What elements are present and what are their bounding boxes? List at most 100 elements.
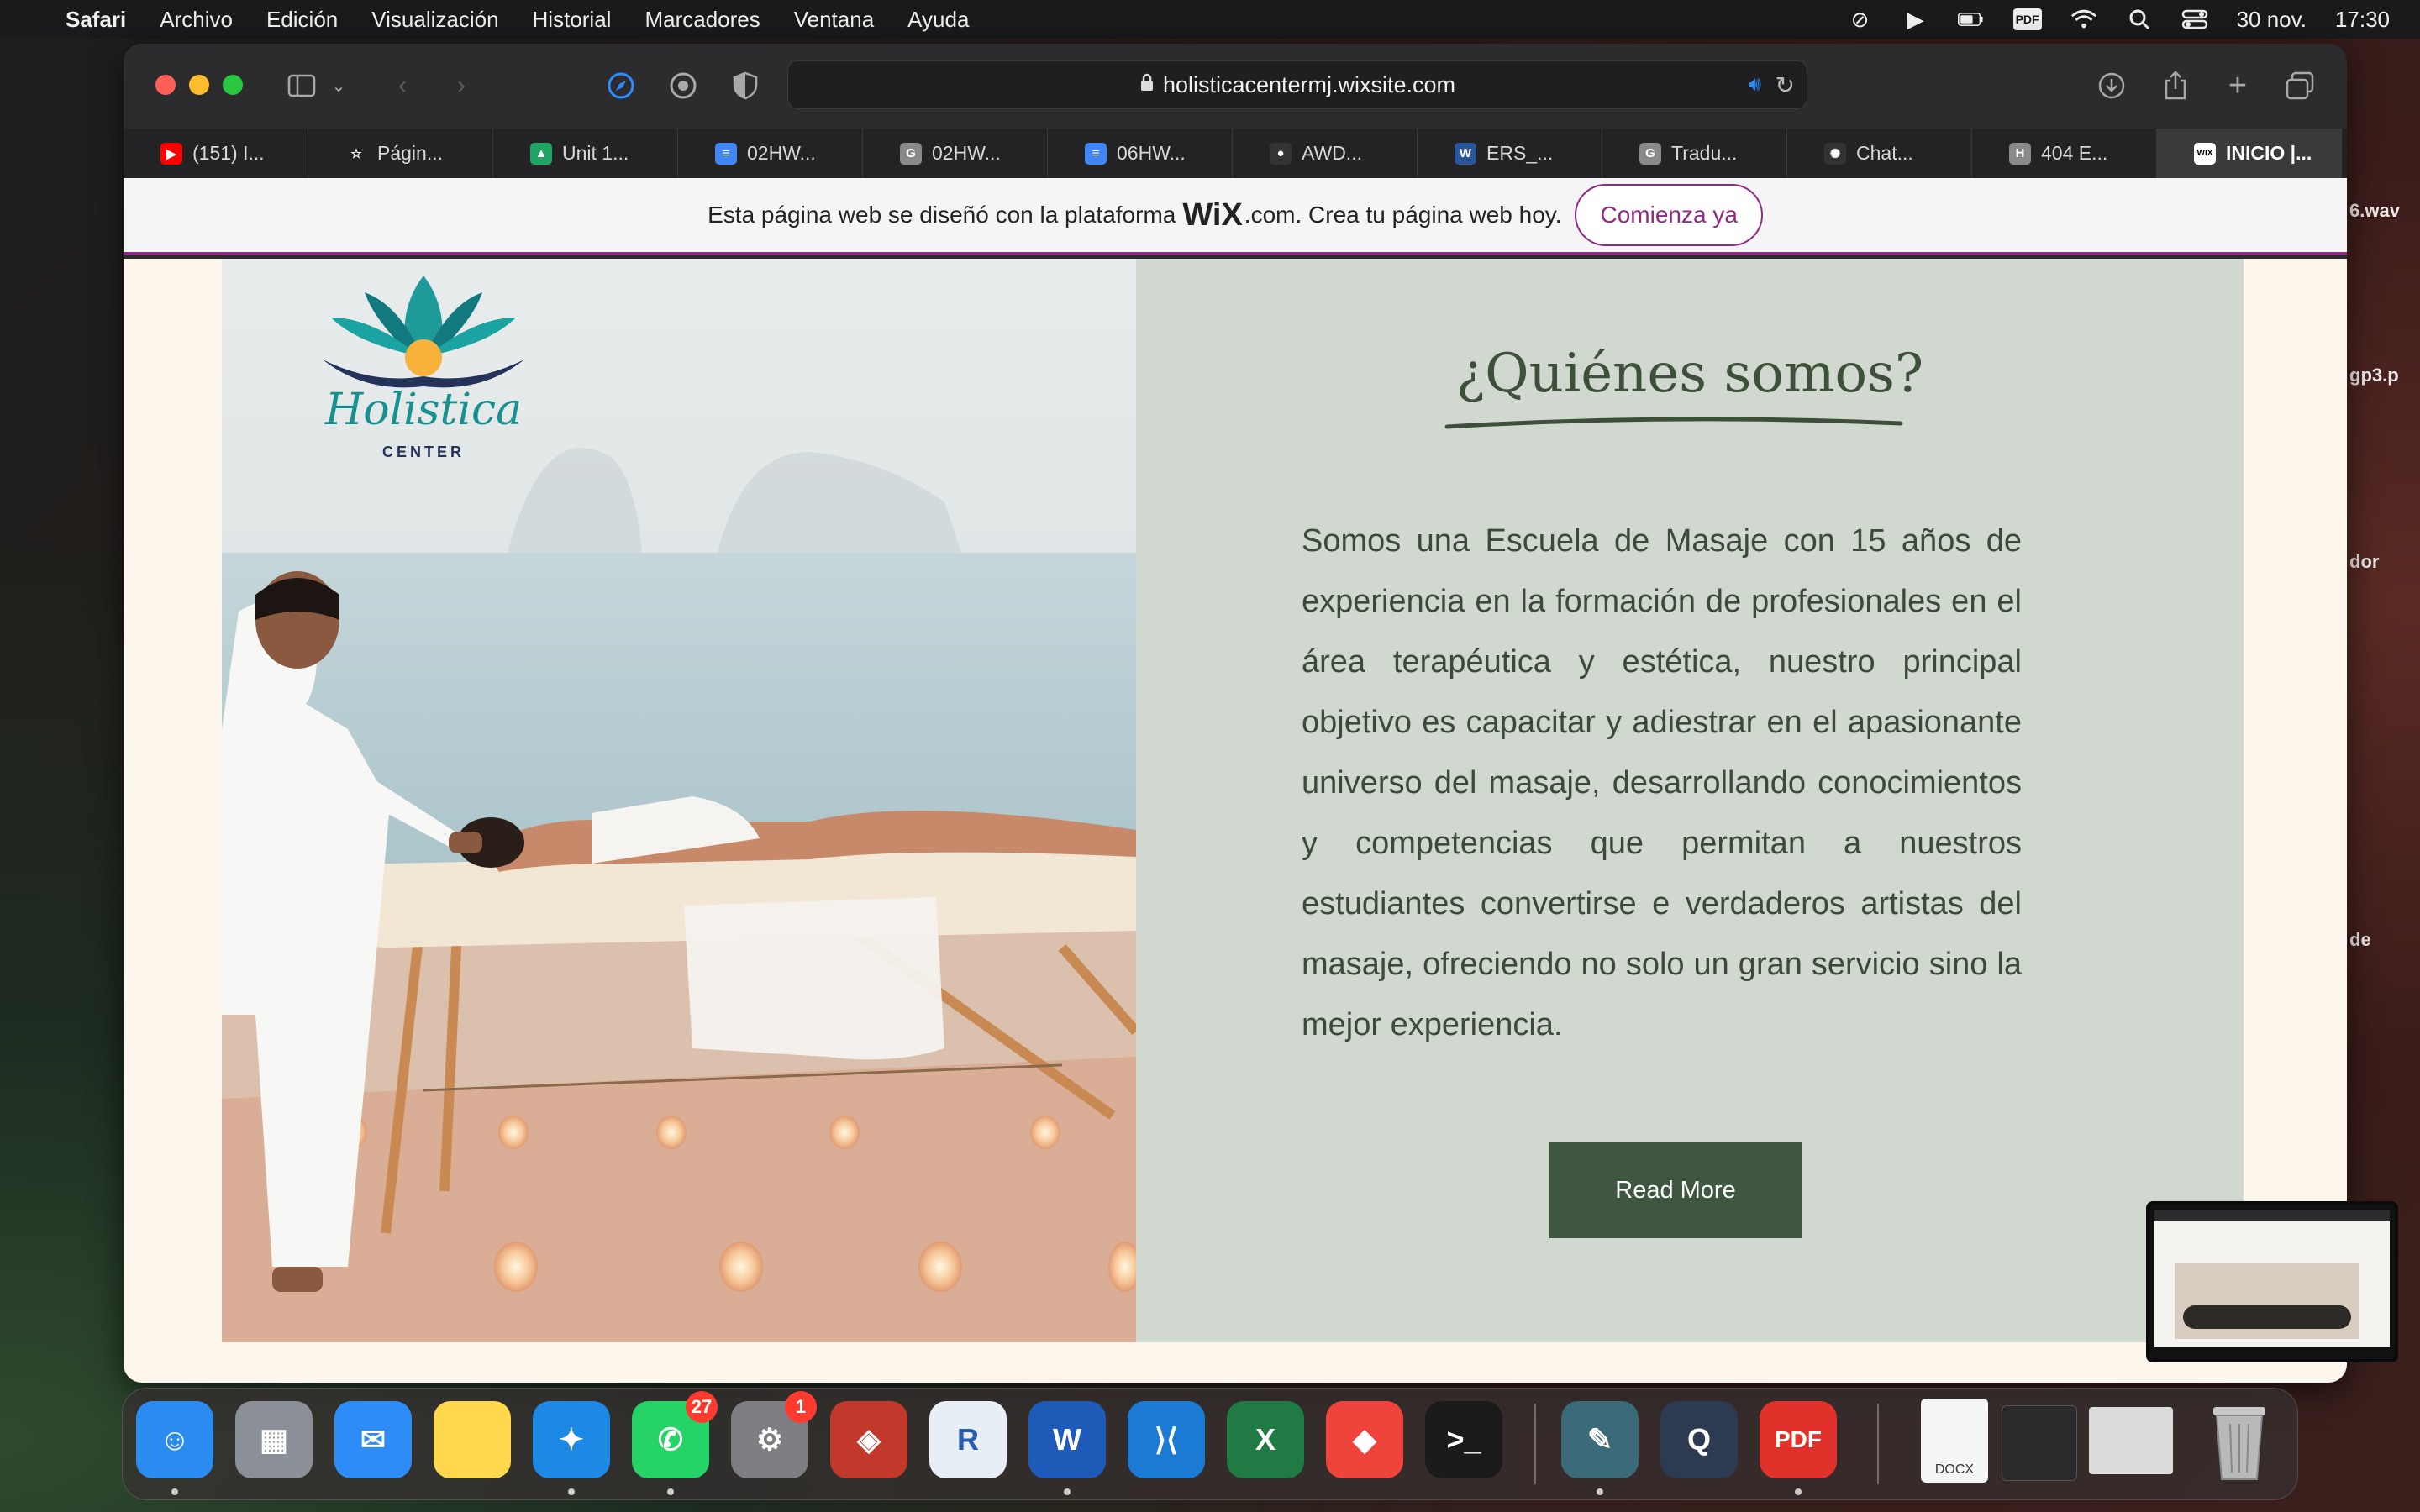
mail-app[interactable]: ✉ — [334, 1401, 412, 1478]
menu-visualizacion[interactable]: Visualización — [371, 7, 498, 33]
notification-badge: 1 — [785, 1391, 817, 1423]
menu-app-safari[interactable]: Safari — [66, 7, 126, 33]
play-status-icon[interactable]: ▶ — [1902, 7, 1929, 32]
extension-record-icon[interactable] — [666, 69, 700, 102]
wix-promo-banner: Esta página web se diseñó con la platafo… — [124, 178, 2347, 255]
browser-tab[interactable]: ● AWD... — [1233, 129, 1418, 178]
trash-icon[interactable] — [2208, 1399, 2270, 1483]
menubar-time[interactable]: 17:30 — [2335, 7, 2390, 33]
dock-stack-icon[interactable] — [2089, 1407, 2173, 1474]
word-app[interactable]: W — [1028, 1401, 1106, 1495]
menu-bar: Safari Archivo Edición Visualización His… — [0, 0, 2420, 39]
r-app[interactable]: R — [929, 1401, 1007, 1478]
extension-compass-icon[interactable] — [604, 69, 638, 102]
zoom-window-button[interactable] — [223, 75, 243, 95]
share-icon[interactable] — [2159, 69, 2192, 102]
terminal-app[interactable]: >_ — [1425, 1401, 1502, 1478]
sketchup-icon: ◈ — [857, 1422, 881, 1457]
notes-app[interactable] — [434, 1401, 511, 1478]
running-indicator — [1064, 1488, 1071, 1495]
lock-icon — [1139, 72, 1155, 97]
finder-icon: ☺ — [159, 1422, 191, 1457]
browser-tab[interactable]: ≡ 06HW... — [1048, 129, 1233, 178]
safari-icon: ✦ — [558, 1422, 585, 1457]
logo-name: Holistica — [324, 385, 523, 435]
comienza-ya-button[interactable]: Comienza ya — [1575, 184, 1763, 246]
browser-tab[interactable]: G Tradu... — [1602, 129, 1787, 178]
browser-tab[interactable]: ▶ (151) I... — [124, 129, 308, 178]
menu-marcadores[interactable]: Marcadores — [644, 7, 760, 33]
tab-favicon-icon: G — [900, 142, 922, 165]
compass-status-icon[interactable]: ⊘ — [1847, 7, 1874, 32]
privacy-shield-icon[interactable] — [729, 69, 762, 102]
browser-tab[interactable]: H 404 E... — [1972, 129, 2157, 178]
menu-historial[interactable]: Historial — [533, 7, 612, 33]
finder-app[interactable]: ☺ — [136, 1401, 213, 1495]
minimize-window-button[interactable] — [189, 75, 209, 95]
tab-label: 02HW... — [747, 142, 816, 164]
tab-favicon-icon: ▶ — [160, 142, 182, 165]
lotus-icon — [323, 276, 524, 388]
reload-icon[interactable]: ↻ — [1776, 71, 1795, 99]
browser-tab[interactable]: ≡ 02HW... — [678, 129, 863, 178]
pdf-app[interactable]: PDF — [1760, 1401, 1837, 1495]
back-arrow-icon[interactable]: ‹ — [386, 69, 419, 102]
address-bar[interactable]: holisticacentermj.wixsite.com 🔊︎ ↻ — [787, 60, 1807, 109]
vscode-app[interactable]: ⟩⟨ — [1128, 1401, 1205, 1478]
launchpad-app[interactable]: ▦ — [235, 1401, 313, 1478]
desktop-file-label[interactable]: gp3.p — [2349, 365, 2399, 386]
tab-label: AWD... — [1302, 142, 1362, 164]
battery-icon[interactable] — [1957, 8, 1985, 31]
new-tab-plus-icon[interactable]: + — [2221, 68, 2254, 103]
desktop-file-label[interactable]: dor — [2349, 551, 2379, 573]
menubar-date[interactable]: 30 nov. — [2237, 7, 2307, 33]
excel-app[interactable]: X — [1227, 1401, 1304, 1478]
browser-tab[interactable]: G 02HW... — [863, 129, 1048, 178]
wix-logo[interactable]: WiX — [1182, 197, 1242, 234]
safari-app[interactable]: ✦ — [533, 1401, 610, 1495]
system-settings-app[interactable]: ⚙ 1 — [731, 1391, 817, 1478]
word-icon: W — [1053, 1422, 1081, 1457]
menu-edicion[interactable]: Edición — [266, 7, 338, 33]
dock-divider — [1877, 1404, 1879, 1484]
desktop-file-label[interactable]: 6.wav — [2349, 200, 2400, 222]
chevron-down-icon[interactable]: ⌄ — [322, 69, 355, 102]
vscode-icon: ⟩⟨ — [1154, 1422, 1179, 1457]
close-window-button[interactable] — [155, 75, 176, 95]
tab-favicon-icon: ☆ — [350, 146, 362, 161]
wifi-icon[interactable] — [2070, 8, 2097, 31]
anydesk-app[interactable]: ◆ — [1326, 1401, 1403, 1478]
whatsapp-app[interactable]: ✆ 27 — [632, 1391, 718, 1495]
about-heading: ¿Quiénes somos? — [1455, 343, 1924, 405]
desktop-file-label[interactable]: de — [2349, 929, 2371, 951]
dock-divider — [1534, 1404, 1536, 1484]
tab-bar: ▶ (151) I... ☆ Págin... ▲ Unit 1... ≡ 02HW... G 0… — [124, 129, 2347, 178]
control-center-icon[interactable] — [2181, 8, 2208, 31]
menu-ayuda[interactable]: Ayuda — [908, 7, 969, 33]
holistica-logo[interactable]: Holistica CENTER — [314, 259, 533, 460]
browser-tab[interactable]: ✺ Chat... — [1787, 129, 1972, 178]
forward-arrow-icon[interactable]: › — [445, 69, 478, 102]
menu-ventana[interactable]: Ventana — [794, 7, 874, 33]
spotlight-search-icon[interactable] — [2126, 8, 2153, 31]
dock-stack-icon[interactable] — [2002, 1405, 2077, 1481]
dock-document-icon[interactable]: DOCX — [1921, 1399, 1988, 1483]
speaker-icon[interactable]: 🔊︎ — [1749, 73, 1761, 97]
sketchup-app[interactable]: ◈ — [830, 1401, 908, 1478]
clean-app[interactable]: ✎ — [1561, 1401, 1639, 1495]
massage-photo: Holistica CENTER — [222, 259, 1136, 1342]
read-more-button[interactable]: Read More — [1549, 1142, 1802, 1238]
tab-overview-icon[interactable] — [2283, 69, 2317, 102]
browser-tab[interactable]: W ERS_... — [1418, 129, 1602, 178]
quicktime-app[interactable]: Q — [1660, 1401, 1738, 1478]
browser-tab[interactable]: WIX INICIO |... — [2157, 129, 2342, 178]
downloads-icon[interactable] — [2095, 69, 2128, 102]
screenshot-thumbnail[interactable] — [2146, 1201, 2398, 1362]
browser-tab[interactable]: ▲ Unit 1... — [493, 129, 678, 178]
sidebar-toggle-icon[interactable] — [285, 69, 318, 102]
browser-tab[interactable]: ☆ Págin... — [308, 129, 493, 178]
menu-archivo[interactable]: Archivo — [160, 7, 233, 33]
whatsapp-icon: ✆ — [657, 1422, 684, 1457]
pdf-status-icon[interactable]: PDF — [2012, 8, 2042, 30]
dock: DOCX ☺ ▦ ✉ ✦ ✆ 27 ⚙ 1 ◈ R W ⟩⟨ X ◆ >_ ✎ Q PDF — [122, 1388, 2298, 1500]
